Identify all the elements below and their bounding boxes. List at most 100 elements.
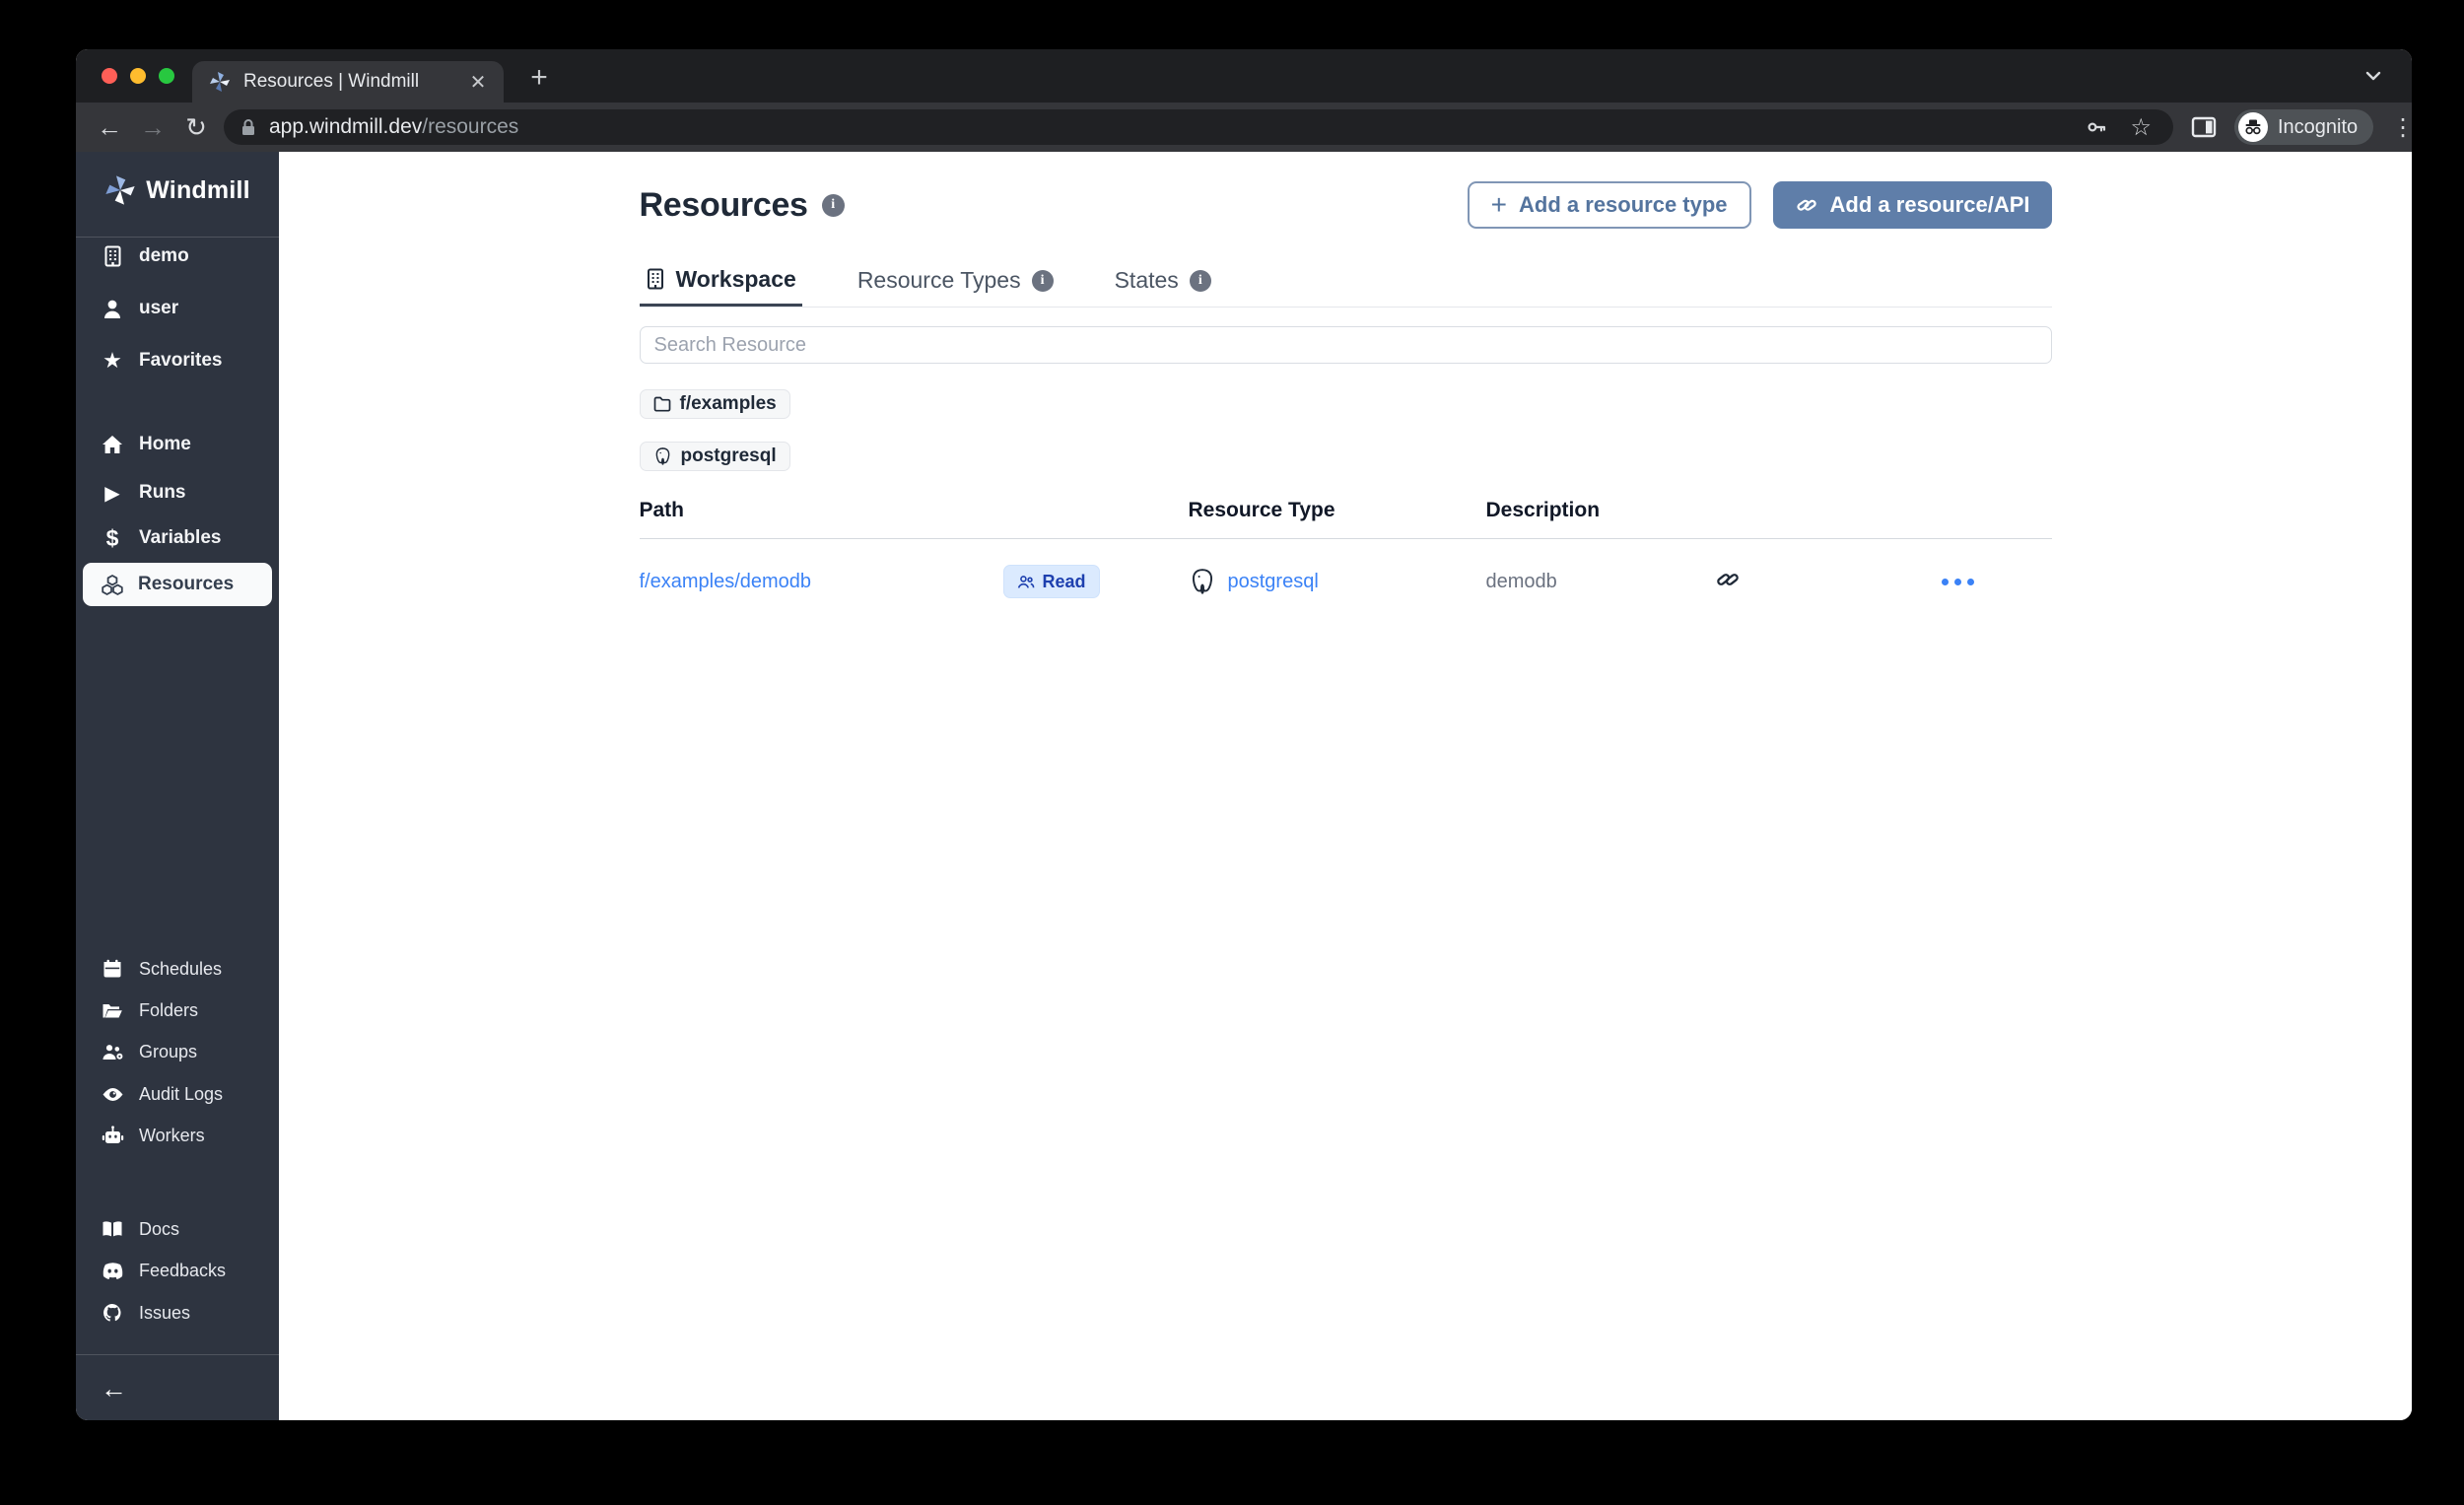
sidebar-item-label: Groups [139,1042,197,1062]
collapse-arrow-icon: ← [101,1374,127,1404]
bookmark-star-icon[interactable]: ☆ [2130,113,2152,142]
tab-workspace[interactable]: Workspace [640,254,802,307]
tab-resource-types[interactable]: Resource Types i [852,254,1060,307]
tab-strip: Resources | Windmill ✕ + [76,49,2412,103]
building-icon [646,268,665,290]
sidebar-item-label: Favorites [139,350,222,372]
resource-path-link[interactable]: f/examples/demodb [640,571,812,592]
sidebar-item-label: Workers [139,1126,205,1146]
users-gear-icon [101,1043,124,1061]
sidebar-item-label: demo [139,245,189,267]
add-resource-api-button[interactable]: Add a resource/API [1773,181,2052,229]
side-panel-icon[interactable] [2191,115,2217,139]
sidebar-item-schedules[interactable]: Schedules [76,949,279,989]
plus-icon: + [1491,189,1507,221]
sidebar-collapse-button[interactable]: ← [76,1369,279,1408]
url-bar[interactable]: app.windmill.dev/resources ☆ [224,109,2173,145]
sidebar-item-label: Runs [139,482,186,504]
column-header-description: Description [1486,499,1715,522]
sidebar-item-label: Variables [139,527,221,549]
tab-states[interactable]: States i [1109,254,1217,307]
postgresql-icon [1189,567,1216,596]
book-icon [101,1220,124,1238]
sidebar-item-issues[interactable]: Issues [76,1293,279,1333]
sidebar-item-label: Audit Logs [139,1084,223,1105]
reload-icon[interactable]: ↻ [174,112,218,143]
resources-table: Path Resource Type Description f/example… [640,499,2052,624]
browser-tab[interactable]: Resources | Windmill ✕ [192,61,504,103]
filter-chip-postgresql[interactable]: postgresql [640,442,790,471]
forward-icon[interactable]: → [131,112,174,143]
sidebar-item-label: user [139,298,178,319]
chain-link-icon[interactable] [1715,567,1741,592]
sidebar-item-favorites[interactable]: ★ Favorites [76,341,279,380]
sidebar-item-runs[interactable]: ▶ Runs [76,473,279,513]
browser-toolbar: ← → ↻ app.windmill.dev/resources ☆ [76,103,2412,152]
sidebar-item-workers[interactable]: Workers [76,1116,279,1155]
dollar-icon: $ [101,525,124,552]
star-icon: ★ [101,348,124,374]
sidebar-item-label: Issues [139,1303,190,1324]
tab-bar: Workspace Resource Types i States i [640,254,2052,308]
sidebar-item-feedbacks[interactable]: Feedbacks [76,1251,279,1290]
close-window-button[interactable] [102,68,117,84]
folder-open-icon [101,1001,124,1020]
sidebar-item-groups[interactable]: Groups [76,1032,279,1071]
resource-type-link[interactable]: postgresql [1228,571,1319,593]
row-menu-icon[interactable] [1942,579,2052,585]
lock-icon [240,117,257,137]
sidebar-item-label: Folders [139,1000,198,1021]
folder-icon [653,396,671,412]
sidebar-item-label: Feedbacks [139,1261,226,1281]
search-input[interactable] [640,326,2052,364]
table-row[interactable]: f/examples/demodb Read postgresql [640,539,2052,624]
building-icon [101,245,124,267]
sidebar-item-home[interactable]: Home [76,425,279,464]
zoom-window-button[interactable] [159,68,174,84]
permission-badge: Read [1003,565,1100,598]
back-icon[interactable]: ← [88,112,131,143]
sidebar-item-label: Schedules [139,959,222,980]
sidebar-item-resources[interactable]: Resources [83,563,272,606]
discord-icon [101,1263,124,1279]
users-icon [1017,575,1035,589]
sidebar-item-docs[interactable]: Docs [76,1209,279,1249]
sidebar-item-label: Resources [138,574,234,595]
password-key-icon[interactable] [2085,115,2108,139]
info-icon[interactable]: i [822,194,845,217]
incognito-badge[interactable]: Incognito [2234,109,2373,145]
sidebar-divider [76,1354,279,1355]
new-tab-button[interactable]: + [521,61,557,97]
eye-icon [101,1086,124,1103]
windmill-favicon-icon [208,70,232,94]
column-header-path: Path [640,499,1003,522]
resource-description: demodb [1486,571,1557,592]
browser-menu-icon[interactable]: ⋮ [2391,113,2411,142]
tab-close-icon[interactable]: ✕ [464,70,492,95]
calendar-icon [101,959,124,979]
sidebar-item-label: Docs [139,1219,179,1240]
table-header: Path Resource Type Description [640,499,2052,539]
column-header-resource-type: Resource Type [1189,499,1486,522]
incognito-spy-icon [2238,112,2268,142]
sidebar-item-variables[interactable]: $ Variables [76,518,279,558]
add-resource-type-button[interactable]: + Add a resource type [1468,181,1751,229]
filter-chip-folder[interactable]: f/examples [640,389,790,419]
sidebar-item-workspace[interactable]: demo [76,237,279,276]
sidebar-item-audit-logs[interactable]: Audit Logs [76,1074,279,1114]
sidebar-item-label: Home [139,434,191,455]
browser-window: Resources | Windmill ✕ + ← → ↻ app.windm… [76,49,2412,1420]
info-icon[interactable]: i [1032,270,1054,292]
home-icon [101,435,124,455]
sidebar-item-folders[interactable]: Folders [76,991,279,1030]
sidebar: Windmill demo user ★ Favorites [76,152,279,1420]
minimize-window-button[interactable] [130,68,146,84]
incognito-label: Incognito [2278,116,2358,139]
info-icon[interactable]: i [1190,270,1211,292]
robot-icon [101,1126,124,1145]
tab-search-chevron-icon[interactable] [2362,65,2384,87]
tab-title: Resources | Windmill [243,71,464,93]
windmill-brand[interactable]: Windmill [76,162,279,219]
toolbar-right: Incognito ⋮ [2191,109,2411,145]
sidebar-item-user[interactable]: user [76,289,279,328]
